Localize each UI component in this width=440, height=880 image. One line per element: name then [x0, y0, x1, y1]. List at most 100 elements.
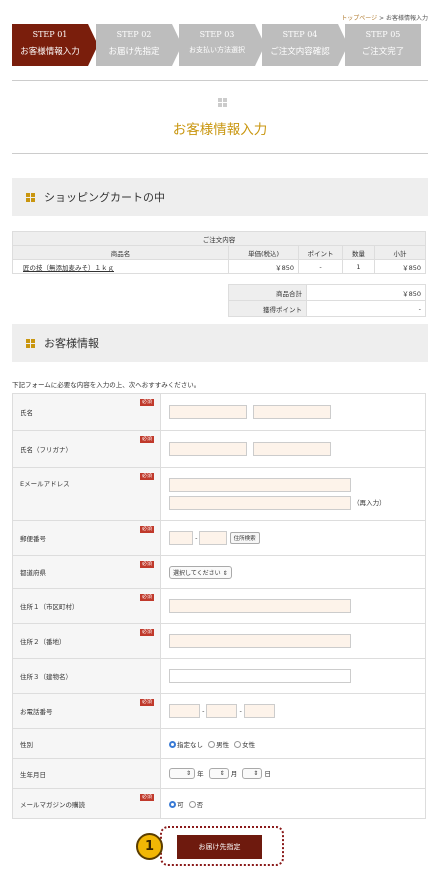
cart-table: ご注文内容 商品名 単価(税込) ポイント 数量 小計 匠の技（無添加麦みそ）１…	[12, 231, 426, 274]
prefecture-select[interactable]: 選択してください ⇕	[169, 565, 232, 579]
total-label: 商品合計	[228, 284, 307, 301]
gender-none-label: 指定なし	[177, 740, 203, 749]
col-header-price: 単価(税込)	[228, 245, 299, 260]
customer-form: 氏名 必須 氏名（フリガナ） 必須 Eメールアドレス 必須 （再入力） 郵便番号 必須 …	[12, 393, 426, 819]
product-subtotal: ￥850	[374, 259, 426, 274]
required-badge: 必須	[139, 794, 154, 801]
divider-top	[12, 80, 428, 81]
section-square-icon	[26, 338, 35, 348]
required-badge: 必須	[139, 629, 154, 636]
label-email: Eメールアドレス	[20, 480, 70, 488]
first-name-input[interactable]	[253, 405, 332, 419]
form-intro: 下記フォームに必要な内容を入力の上、次へおすすみください。	[12, 381, 201, 389]
gender-male-radio[interactable]	[208, 741, 216, 748]
breadcrumb-home-link[interactable]: トップページ	[341, 15, 377, 22]
year-label: 年	[197, 769, 204, 778]
step-number-badge: 1	[136, 833, 163, 860]
totals-table: 商品合計 ￥850 獲得ポイント -	[228, 284, 426, 317]
required-badge: 必須	[139, 699, 154, 706]
address3-input[interactable]	[169, 669, 351, 683]
required-badge: 必須	[139, 594, 154, 601]
step-1: STEP 01 お客様情報入力	[12, 24, 98, 66]
product-link[interactable]: 匠の技（無添加麦みそ）１ｋｇ	[23, 264, 114, 272]
label-name: 氏名	[20, 409, 33, 417]
step-5-label: ご注文完了	[361, 47, 405, 57]
step-4-label: ご注文内容確認	[270, 47, 330, 57]
col-header-points: ポイント	[298, 245, 343, 260]
col-header-name: 商品名	[12, 245, 229, 260]
month-label: 月	[230, 769, 238, 778]
birth-month-select[interactable]: ⇕	[208, 768, 229, 780]
email-input[interactable]	[169, 478, 351, 492]
label-zip: 郵便番号	[20, 535, 46, 543]
label-pref: 都道府県	[20, 569, 46, 577]
required-badge: 必須	[139, 399, 154, 406]
points-value: -	[306, 300, 426, 317]
gender-female-radio[interactable]	[234, 741, 242, 748]
step-3-num: STEP 03	[199, 30, 235, 39]
last-name-kana-input[interactable]	[169, 442, 247, 456]
step-progress: STEP 01 お客様情報入力 STEP 02 お届け先指定 STEP 03 お支払い…	[12, 24, 432, 66]
step-3: STEP 03 お支払い方法選択	[179, 24, 265, 66]
zip-input-1[interactable]	[169, 531, 193, 545]
label-addr3: 住所３（建物名）	[20, 673, 72, 681]
address2-input[interactable]	[169, 634, 351, 648]
first-name-kana-input[interactable]	[253, 442, 332, 456]
step-2-label: お届け先指定	[108, 47, 160, 57]
label-phone: お電話番号	[20, 708, 53, 716]
birth-day-select[interactable]: ⇕	[242, 768, 263, 780]
step-2: STEP 02 お届け先指定	[96, 24, 182, 66]
label-addr2: 住所２（番地）	[20, 638, 66, 646]
gender-none-radio[interactable]	[169, 741, 176, 748]
label-birthday: 生年月日	[20, 770, 46, 779]
gender-male-label: 男性	[216, 740, 230, 749]
step-2-num: STEP 02	[116, 30, 152, 39]
email-confirm-input[interactable]	[169, 496, 351, 510]
zip-search-button[interactable]: 住所検索	[229, 532, 260, 544]
section-square-icon	[26, 192, 35, 202]
step-4-num: STEP 04	[282, 30, 318, 39]
page-title: お客様情報入力	[172, 122, 268, 138]
newsletter-yes-label: 可	[177, 800, 184, 809]
birth-year-select[interactable]: ⇕	[169, 768, 195, 780]
select-arrows-icon: ⇕	[222, 569, 228, 577]
newsletter-no-radio[interactable]	[188, 801, 196, 808]
newsletter-no-label: 否	[196, 800, 204, 809]
day-label: 日	[264, 769, 271, 778]
phone-input-3[interactable]	[243, 704, 275, 718]
required-badge: 必須	[139, 473, 154, 480]
phone-input-1[interactable]	[169, 704, 200, 718]
divider-title	[12, 153, 428, 154]
label-gender: 性別	[20, 740, 33, 749]
breadcrumb: トップページ > お客様情報入力	[341, 13, 428, 22]
address1-input[interactable]	[169, 599, 351, 613]
step-3-label: お支払い方法選択	[189, 46, 245, 54]
breadcrumb-separator: >	[377, 15, 386, 22]
col-header-qty: 数量	[342, 245, 375, 260]
total-value: ￥850	[306, 284, 426, 301]
product-qty: 1	[342, 259, 375, 274]
product-price: ￥850	[228, 259, 299, 274]
last-name-input[interactable]	[169, 405, 247, 419]
required-badge: 必須	[139, 526, 154, 533]
required-badge: 必須	[139, 561, 154, 568]
breadcrumb-current: お客様情報入力	[385, 15, 428, 22]
label-newsletter: メールマガジンの購読	[20, 800, 85, 809]
zip-input-2[interactable]	[199, 531, 228, 545]
cart-heading: ショッピングカートの中	[44, 191, 165, 204]
required-badge: 必須	[139, 436, 154, 443]
step-4: STEP 04 ご注文内容確認	[262, 24, 348, 66]
title-ornament-icon	[218, 98, 227, 107]
newsletter-yes-radio[interactable]	[169, 801, 176, 808]
cart-caption: ご注文内容	[12, 231, 426, 246]
next-delivery-button[interactable]: お届け先指定	[177, 835, 262, 859]
step-5-num: STEP 05	[365, 30, 401, 39]
customer-section-header: お客様情報	[12, 324, 428, 362]
phone-input-2[interactable]	[206, 704, 238, 718]
customer-heading: お客様情報	[44, 337, 99, 350]
table-row: 匠の技（無添加麦みそ）１ｋｇ ￥850 - 1 ￥850	[12, 259, 426, 274]
product-points: -	[298, 259, 343, 274]
label-addr1: 住所１（市区町村）	[20, 603, 79, 611]
gender-female-label: 女性	[242, 740, 256, 749]
label-kana: 氏名（フリガナ）	[20, 446, 72, 454]
